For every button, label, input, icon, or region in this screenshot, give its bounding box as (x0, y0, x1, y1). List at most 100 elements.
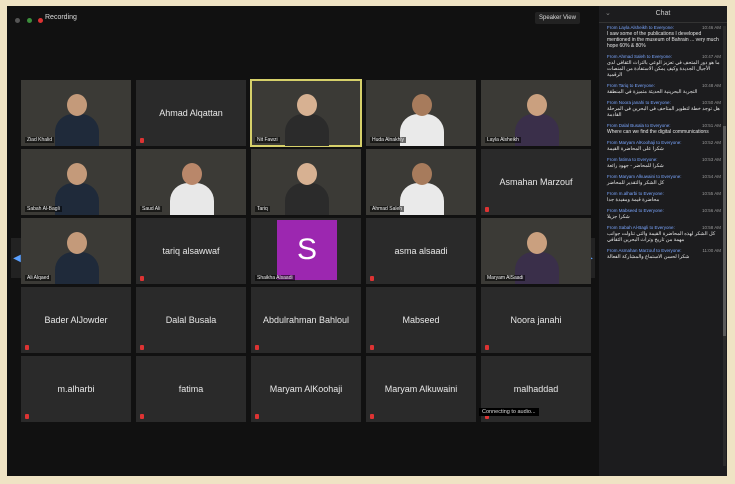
participant-video (400, 159, 444, 215)
zoom-window: Recording Speaker View ◀ ▶ Ziad KhalidAh… (7, 6, 727, 476)
chat-message-meta: From Mabseed to Everyone: 10:56 AM (607, 208, 721, 213)
chat-message: From m.alharbi to Everyone: 10:55 AM محاضر… (599, 189, 727, 206)
participant-tile[interactable]: Tariq (251, 149, 361, 215)
participant-video (515, 90, 559, 146)
chat-message-meta: From fatima to Everyone: 10:53 AM (607, 157, 721, 162)
participant-tile[interactable]: Huda Alnakhly (366, 80, 476, 146)
chat-message: From Maryam Alkuwaini to Everyone: 10:54 … (599, 172, 727, 189)
participant-tile[interactable]: Mabseed (366, 287, 476, 353)
participant-name: Maryam AlSaadi (485, 275, 526, 281)
participant-tile[interactable]: Maryam AlSaadi (481, 218, 591, 284)
chat-message: From Sabah Al-Bagli to Everyone: 10:58 AM… (599, 223, 727, 246)
participant-tile[interactable]: fatima (136, 356, 246, 422)
participant-name: Saud Ali (140, 206, 163, 212)
participant-tile[interactable]: Saud Ali (136, 149, 246, 215)
participant-name: Abdulrahman Bahloul (262, 315, 350, 325)
participant-tile[interactable]: Abdulrahman Bahloul (251, 287, 361, 353)
connecting-audio-status: Connecting to audio... (479, 408, 539, 416)
muted-mic-icon (485, 207, 489, 212)
chat-scrollbar-thumb[interactable] (723, 126, 726, 336)
participant-tile[interactable]: Nit Fawzi (250, 79, 362, 147)
participant-body (285, 114, 329, 146)
chat-message-meta: From Tariq to Everyone: 10:48 AM (607, 83, 721, 88)
participant-tile[interactable]: Layla Alsheikh (481, 80, 591, 146)
chat-text: كل الشكر والتقدير للمحاضر (607, 180, 665, 186)
speaker-view-button[interactable]: Speaker View (535, 12, 580, 24)
muted-mic-icon (140, 414, 144, 419)
chat-sender: From Mabseed to Everyone: (607, 208, 664, 213)
participant-tile[interactable]: m.alharbi (21, 356, 131, 422)
chat-sender: From fatima to Everyone: (607, 157, 658, 162)
security-shield-icon[interactable] (27, 18, 32, 23)
participant-tile[interactable]: S Shaikha Alsaadi (251, 218, 361, 284)
participant-tile[interactable]: Maryam AlKoohaji (251, 356, 361, 422)
recording-label: Recording (45, 14, 77, 21)
chat-message: From Ahmad Saleh to Everyone: 10:47 AM ما … (599, 52, 727, 81)
chat-timestamp: 10:56 AM (701, 208, 721, 213)
participant-body (515, 114, 559, 146)
participant-head (182, 163, 202, 185)
participant-tile[interactable]: Dalal Busala (136, 287, 246, 353)
muted-mic-icon (25, 414, 29, 419)
participant-name: Bader AlJowder (44, 315, 108, 325)
participant-body (285, 183, 329, 215)
participant-name: Huda Alnakhly (370, 137, 406, 143)
chat-message-meta: From Ahmad Saleh to Everyone: 10:47 AM (607, 54, 721, 59)
chat-text: هل توجد خطة لتطوير المتاحف في البحرين في… (607, 106, 720, 118)
chat-text: ما هو دور المتحف في تعزيز الوعي بالتراث … (607, 60, 720, 78)
muted-mic-icon (25, 345, 29, 350)
participant-video (55, 90, 99, 146)
chat-message-meta: From Dalal Busala to Everyone: 10:51 AM (607, 123, 721, 128)
participant-name: Shaikha Alsaadi (255, 275, 295, 281)
meeting-topbar: Recording Speaker View (7, 6, 599, 32)
participant-tile[interactable]: Ali Alqaed (21, 218, 131, 284)
chat-message-meta: From Sabah Al-Bagli to Everyone: 10:58 AM (607, 225, 721, 230)
muted-mic-icon (370, 414, 374, 419)
chat-sender: From Asmahan Marzouf to Everyone: (607, 248, 682, 253)
chat-message: From Mabseed to Everyone: 10:56 AM شكرا جز… (599, 206, 727, 223)
participant-name: Sabah Al-Bagli (25, 206, 62, 212)
chat-title: Chat (655, 10, 671, 17)
chat-timestamp: 11:00 AM (702, 248, 721, 253)
participant-head (297, 94, 317, 116)
chat-sender: From Dalal Busala to Everyone: (607, 123, 671, 128)
participant-body (170, 183, 214, 215)
participant-head (527, 232, 547, 254)
participant-name: fatima (178, 384, 204, 394)
collapse-chevron-icon[interactable]: ⌄ (605, 6, 611, 22)
info-icon[interactable] (15, 18, 20, 23)
chat-timestamp: 10:50 AM (701, 100, 721, 105)
participant-tile[interactable]: asma alsaadi (366, 218, 476, 284)
participant-name: Ziad Khalid (25, 137, 55, 143)
participant-tile[interactable]: Ahmad Alqattan (136, 80, 246, 146)
participant-tile[interactable]: Noora janahi (481, 287, 591, 353)
participant-name: Ahmad Saleh (370, 206, 405, 212)
participant-head (67, 94, 87, 116)
participant-tile[interactable]: Asmahan Marzouf (481, 149, 591, 215)
muted-mic-icon (370, 345, 374, 350)
participant-tile[interactable]: Ahmad Saleh (366, 149, 476, 215)
avatar: S (277, 220, 337, 280)
participant-name: Tariq (255, 206, 270, 212)
chat-timestamp: 10:53 AM (701, 157, 721, 162)
participant-tile[interactable]: Ziad Khalid (21, 80, 131, 146)
participant-tile[interactable]: Maryam Alkuwaini (366, 356, 476, 422)
participant-head (67, 163, 87, 185)
participant-body (55, 114, 99, 146)
participant-grid: Ziad Khalid Ahmad Alqattan Nit Fawzi Huda A… (21, 79, 595, 428)
chat-text: شكرا على المحاضرة القيمة (607, 146, 664, 152)
muted-mic-icon (255, 345, 259, 350)
muted-mic-icon (140, 138, 144, 143)
participant-tile[interactable]: tariq alsawwaf (136, 218, 246, 284)
recording-icon (38, 18, 43, 23)
participant-tile[interactable]: Bader AlJowder (21, 287, 131, 353)
chat-sender: From Layla Alsheikh to Everyone: (607, 25, 675, 30)
chat-message: From Layla Alsheikh to Everyone: 10:46 AM… (599, 23, 727, 52)
muted-mic-icon (485, 345, 489, 350)
chat-timestamp: 10:54 AM (701, 174, 721, 179)
chat-text: شكرا جزيلا (607, 214, 630, 220)
participant-tile[interactable]: Sabah Al-Bagli (21, 149, 131, 215)
participant-head (527, 94, 547, 116)
chat-message-meta: From Layla Alsheikh to Everyone: 10:46 AM (607, 25, 721, 30)
chat-sender: From Ahmad Saleh to Everyone: (607, 54, 673, 59)
